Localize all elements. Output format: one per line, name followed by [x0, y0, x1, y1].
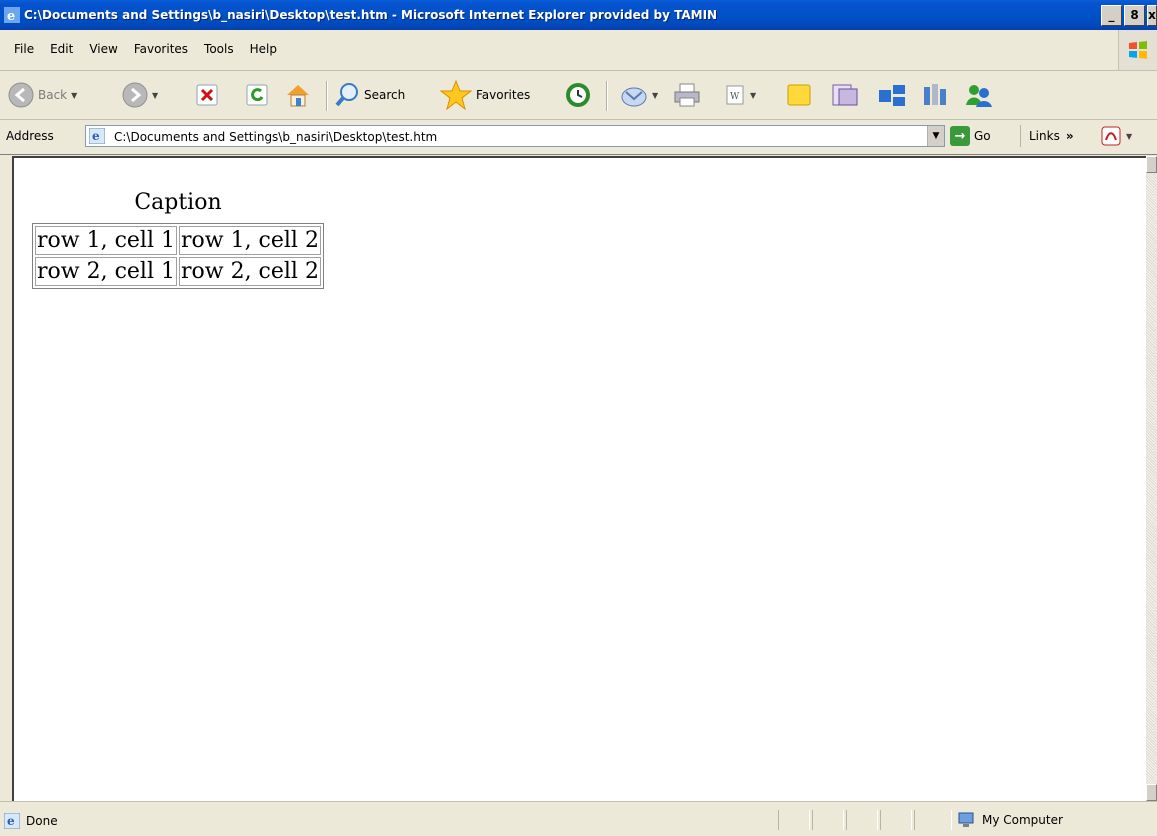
address-dropdown-icon[interactable]: ▼	[927, 126, 944, 146]
address-input[interactable]: e C:\Documents and Settings\b_nasiri\Des…	[85, 125, 945, 147]
svg-text:e: e	[7, 814, 15, 828]
title-bar[interactable]: e C:\Documents and Settings\b_nasiri\Des…	[0, 0, 1157, 30]
stop-button[interactable]	[196, 79, 218, 111]
forward-dropdown-icon[interactable]: ▼	[152, 91, 158, 100]
status-pane	[880, 810, 912, 830]
table-row: row 2, cell 1 row 2, cell 2	[35, 257, 321, 286]
page-done-icon: e	[4, 813, 20, 829]
menu-help[interactable]: Help	[242, 38, 285, 60]
table-row: row 1, cell 1 row 1, cell 2	[35, 226, 321, 255]
vertical-scrollbar[interactable]	[1146, 156, 1157, 801]
messenger-share-button[interactable]	[876, 79, 908, 111]
history-button[interactable]	[563, 79, 593, 111]
table-cell: row 2, cell 2	[178, 257, 321, 286]
scroll-up-icon[interactable]	[1146, 156, 1157, 173]
svg-text:e: e	[7, 9, 15, 23]
tools-icon	[924, 84, 946, 105]
links-chevron-icon[interactable]: »	[1066, 129, 1074, 143]
word-document-icon: W	[726, 85, 744, 105]
forward-button[interactable]: ▼	[122, 79, 158, 111]
printer-icon	[674, 83, 700, 107]
window-controls: _ 8 x	[1101, 4, 1157, 26]
pdf-dropdown-icon[interactable]: ▼	[1126, 132, 1132, 141]
messenger-icon	[966, 85, 992, 107]
scroll-down-icon[interactable]	[1146, 784, 1157, 801]
menu-tools[interactable]: Tools	[196, 38, 242, 60]
page-content: Caption row 1, cell 1 row 1, cell 2 row …	[12, 156, 1146, 801]
status-pane	[846, 810, 878, 830]
share-icon	[879, 85, 905, 106]
edit-button[interactable]: W ▼	[724, 79, 756, 111]
discuss-button[interactable]	[786, 79, 812, 111]
back-arrow-icon	[8, 82, 34, 108]
status-bar: e Done My Computer	[0, 801, 1157, 836]
research-button[interactable]	[830, 79, 860, 111]
svg-text:e: e	[92, 129, 100, 143]
standard-toolbar: Back ▼ ▼ Search Favorites ▼ W ▼	[0, 71, 1157, 120]
search-button[interactable]: Search	[334, 79, 405, 111]
table-cell: row 1, cell 1	[35, 226, 177, 255]
my-computer-icon	[958, 812, 974, 827]
back-button[interactable]: Back ▼	[8, 79, 77, 111]
forward-arrow-icon	[122, 82, 148, 108]
status-pane	[812, 810, 844, 830]
ie-icon: e	[4, 7, 20, 23]
table-cell: row 1, cell 2	[178, 226, 321, 255]
close-button[interactable]: x	[1147, 4, 1157, 26]
stop-icon	[196, 84, 218, 106]
ie-page-icon: e	[89, 128, 105, 144]
pdf-button[interactable]: ▼	[1100, 125, 1132, 147]
menu-edit[interactable]: Edit	[42, 38, 81, 60]
status-pane	[914, 810, 952, 830]
messenger-button[interactable]	[962, 79, 994, 111]
menu-favorites[interactable]: Favorites	[126, 38, 196, 60]
status-pane	[778, 810, 810, 830]
refresh-button[interactable]	[246, 79, 268, 111]
security-zone: My Computer	[958, 812, 1063, 828]
home-icon	[287, 85, 309, 107]
windows-logo	[1118, 30, 1157, 70]
data-table: Caption row 1, cell 1 row 1, cell 2 row …	[32, 190, 324, 289]
research-icon	[832, 84, 858, 106]
menu-file[interactable]: File	[6, 38, 42, 60]
history-icon	[566, 83, 590, 107]
acrobat-icon	[1101, 126, 1121, 146]
refresh-icon	[246, 84, 268, 106]
menu-view[interactable]: View	[81, 38, 125, 60]
window-title: C:\Documents and Settings\b_nasiri\Deskt…	[24, 8, 718, 22]
menu-bar: File Edit View Favorites Tools Help	[0, 30, 1157, 71]
mail-button[interactable]: ▼	[620, 79, 658, 111]
edit-dropdown-icon[interactable]: ▼	[750, 91, 756, 100]
maximize-button[interactable]: 8	[1124, 4, 1145, 26]
minimize-button[interactable]: _	[1101, 4, 1122, 26]
mail-dropdown-icon[interactable]: ▼	[652, 91, 658, 100]
go-button[interactable]: → Go	[950, 125, 991, 147]
star-icon	[440, 80, 472, 110]
table-caption: Caption	[134, 190, 222, 215]
links-toolbar[interactable]: Links »	[1020, 125, 1074, 147]
back-dropdown-icon[interactable]: ▼	[71, 91, 77, 100]
print-button[interactable]	[672, 79, 702, 111]
mail-icon	[621, 87, 647, 107]
favorites-button[interactable]: Favorites	[440, 79, 530, 111]
home-button[interactable]	[284, 79, 312, 111]
address-bar: Address e C:\Documents and Settings\b_na…	[0, 120, 1157, 155]
windows-flag-icon	[1129, 41, 1147, 59]
tools-button[interactable]	[920, 79, 950, 111]
address-url: C:\Documents and Settings\b_nasiri\Deskt…	[114, 130, 438, 144]
note-icon	[787, 84, 811, 106]
address-label: Address	[6, 129, 54, 143]
go-arrow-icon: →	[950, 126, 970, 146]
svg-text:W: W	[730, 92, 740, 102]
status-text: Done	[26, 814, 58, 828]
table-cell: row 2, cell 1	[35, 257, 177, 286]
search-icon	[335, 83, 358, 107]
